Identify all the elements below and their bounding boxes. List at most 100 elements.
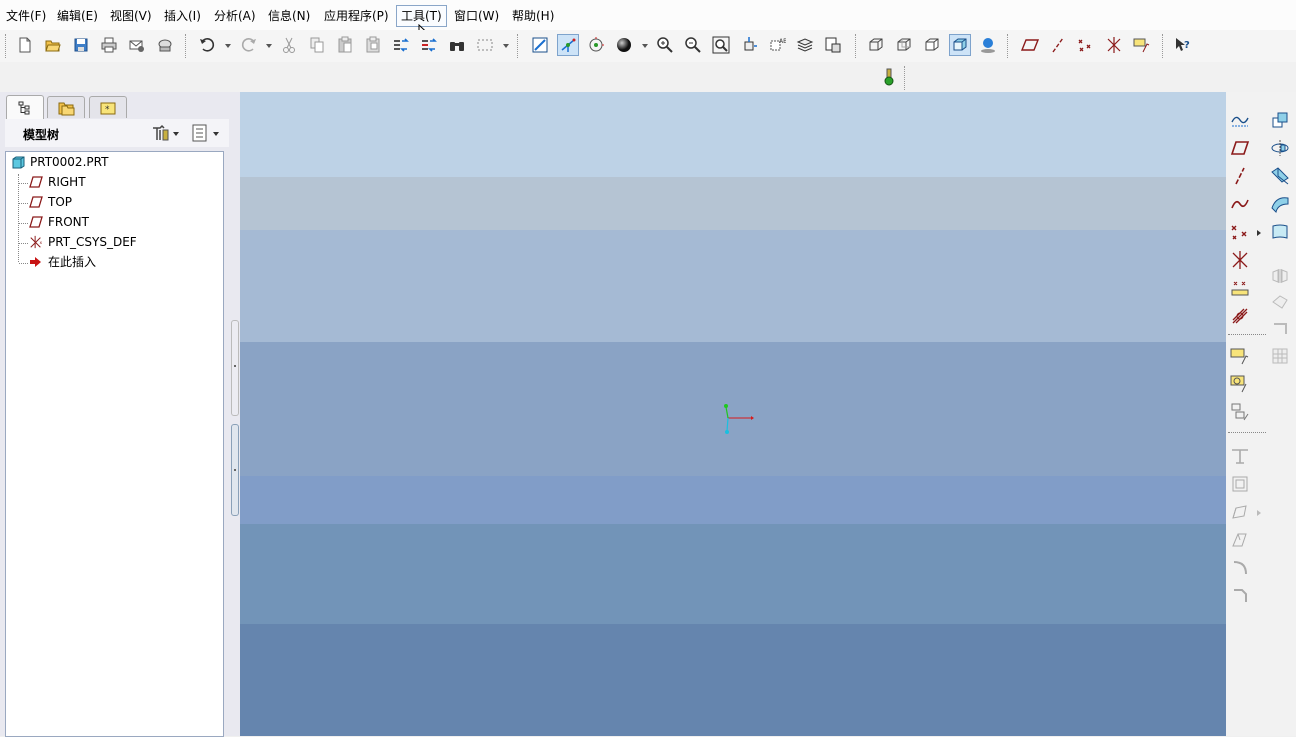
datum-point-tool-icon[interactable] [1228, 220, 1252, 244]
menu-info[interactable]: 信息(N) [264, 6, 314, 26]
tree-item-right[interactable]: RIGHT [29, 173, 86, 191]
tree-item-csys[interactable]: x PRT_CSYS_DEF [29, 233, 137, 251]
sweep-tool-icon[interactable] [1268, 164, 1292, 188]
datum-plane-tool-icon[interactable] [1228, 136, 1252, 160]
copy-icon[interactable] [306, 34, 328, 56]
panel-collapse-handle[interactable] [231, 424, 239, 516]
menu-edit[interactable]: 编辑(E) [53, 6, 102, 26]
analysis-feature-icon[interactable] [1228, 276, 1252, 300]
tree-settings-icon[interactable] [151, 124, 181, 142]
redo-dropdown-icon[interactable] [266, 44, 272, 48]
note-tool-icon[interactable] [1228, 344, 1252, 368]
save-icon[interactable] [70, 34, 92, 56]
cut-icon[interactable] [278, 34, 300, 56]
copy-geometry-icon[interactable] [1268, 108, 1292, 132]
shading-icon[interactable] [949, 34, 971, 56]
panel-splitter-handle[interactable] [231, 320, 239, 416]
draft-tool-icon[interactable] [1228, 500, 1252, 524]
csys-tool-icon[interactable] [1228, 248, 1252, 272]
send-mail-icon[interactable] [126, 34, 148, 56]
toolbar-separator [1228, 432, 1266, 433]
datum-point-display-icon[interactable] [1075, 34, 1097, 56]
print-icon[interactable] [98, 34, 120, 56]
blend-tool-icon[interactable] [1268, 192, 1292, 216]
saved-views-icon[interactable]: AB [766, 34, 788, 56]
context-help-icon[interactable]: ? [1172, 34, 1194, 56]
find-icon[interactable] [446, 34, 468, 56]
tab-favorites[interactable]: * [89, 96, 127, 118]
datum-axis-display-icon[interactable] [1047, 34, 1069, 56]
tab-model-tree[interactable] [6, 95, 44, 119]
graphics-viewport[interactable] [240, 92, 1226, 736]
chamfer-tool-icon[interactable] [1228, 584, 1252, 608]
annotation-display-icon[interactable] [1131, 34, 1153, 56]
merge-tool-icon[interactable] [1268, 290, 1292, 314]
redo-icon[interactable] [238, 34, 260, 56]
display-style-icon[interactable] [613, 34, 635, 56]
spin-center-icon[interactable] [557, 34, 579, 56]
tree-item-front[interactable]: FRONT [29, 213, 89, 231]
surface-finish-icon[interactable] [1228, 372, 1252, 396]
reorient-icon[interactable] [738, 34, 760, 56]
layers-icon[interactable] [794, 34, 816, 56]
no-hidden-icon[interactable] [921, 34, 943, 56]
datum-plane-icon [29, 215, 43, 229]
view-manager-icon[interactable] [822, 34, 844, 56]
tree-item-root[interactable]: PRT0002.PRT [11, 153, 108, 171]
hidden-line-icon[interactable] [893, 34, 915, 56]
zoom-in-icon[interactable] [654, 34, 676, 56]
show-menu-icon[interactable] [191, 124, 223, 142]
offset-csys-icon[interactable] [1228, 304, 1252, 328]
undo-dropdown-icon[interactable] [225, 44, 231, 48]
menu-applications[interactable]: 应用程序(P) [320, 6, 393, 26]
wireframe-icon[interactable] [865, 34, 887, 56]
open-file-icon[interactable] [42, 34, 64, 56]
refit-icon[interactable] [710, 34, 732, 56]
toolbar-separator [1228, 334, 1266, 335]
menu-insert[interactable]: 插入(I) [160, 6, 205, 26]
shell-tool-icon[interactable] [1228, 472, 1252, 496]
boundary-blend-icon[interactable] [1268, 220, 1292, 244]
sketched-datum-curve-icon[interactable] [1228, 108, 1252, 132]
rib-tool-icon[interactable] [1228, 444, 1252, 468]
redraw-icon[interactable] [529, 34, 551, 56]
select-box-icon[interactable] [474, 34, 496, 56]
tab-folder-browser[interactable] [47, 96, 85, 118]
menu-file[interactable]: 文件(F) [2, 6, 50, 26]
menu-help[interactable]: 帮助(H) [508, 6, 558, 26]
symbol-tool-icon[interactable] [1228, 400, 1252, 424]
select-dropdown-icon[interactable] [503, 44, 509, 48]
tree-connector [19, 183, 28, 184]
menu-window[interactable]: 窗口(W) [450, 6, 503, 26]
enhanced-realism-icon[interactable] [977, 34, 999, 56]
datum-axis-tool-icon[interactable] [1228, 164, 1252, 188]
tree-item-insert-here[interactable]: 在此插入 [29, 253, 96, 271]
display-dropdown-icon[interactable] [642, 44, 648, 48]
mail-attach-icon[interactable] [154, 34, 176, 56]
tree-item-top[interactable]: TOP [29, 193, 72, 211]
flyout-arrow-icon[interactable] [1257, 510, 1261, 516]
csys-display-icon[interactable] [1103, 34, 1125, 56]
regen-manager-icon[interactable] [418, 34, 440, 56]
zoom-out-icon[interactable] [682, 34, 704, 56]
datum-curve-tool-icon[interactable] [1228, 192, 1252, 216]
orient-mode-icon[interactable] [585, 34, 607, 56]
tree-connector [18, 174, 19, 262]
trim-tool-icon[interactable] [1268, 316, 1292, 340]
status-light-icon[interactable] [878, 66, 900, 88]
round-tool-icon[interactable] [1228, 556, 1252, 580]
svg-text:x: x [40, 241, 43, 246]
new-file-icon[interactable] [14, 34, 36, 56]
menu-view[interactable]: 视图(V) [106, 6, 156, 26]
paste-special-icon[interactable] [362, 34, 384, 56]
paste-icon[interactable] [334, 34, 356, 56]
undo-icon[interactable] [196, 34, 218, 56]
revolve-tool-icon[interactable] [1268, 136, 1292, 160]
mirror-tool-icon[interactable] [1268, 264, 1292, 288]
flyout-arrow-icon[interactable] [1257, 230, 1261, 236]
regenerate-icon[interactable] [390, 34, 412, 56]
datum-plane-display-icon[interactable] [1019, 34, 1041, 56]
toroidal-bend-icon[interactable] [1228, 528, 1252, 552]
menu-analysis[interactable]: 分析(A) [210, 6, 260, 26]
pattern-tool-icon[interactable] [1268, 344, 1292, 368]
